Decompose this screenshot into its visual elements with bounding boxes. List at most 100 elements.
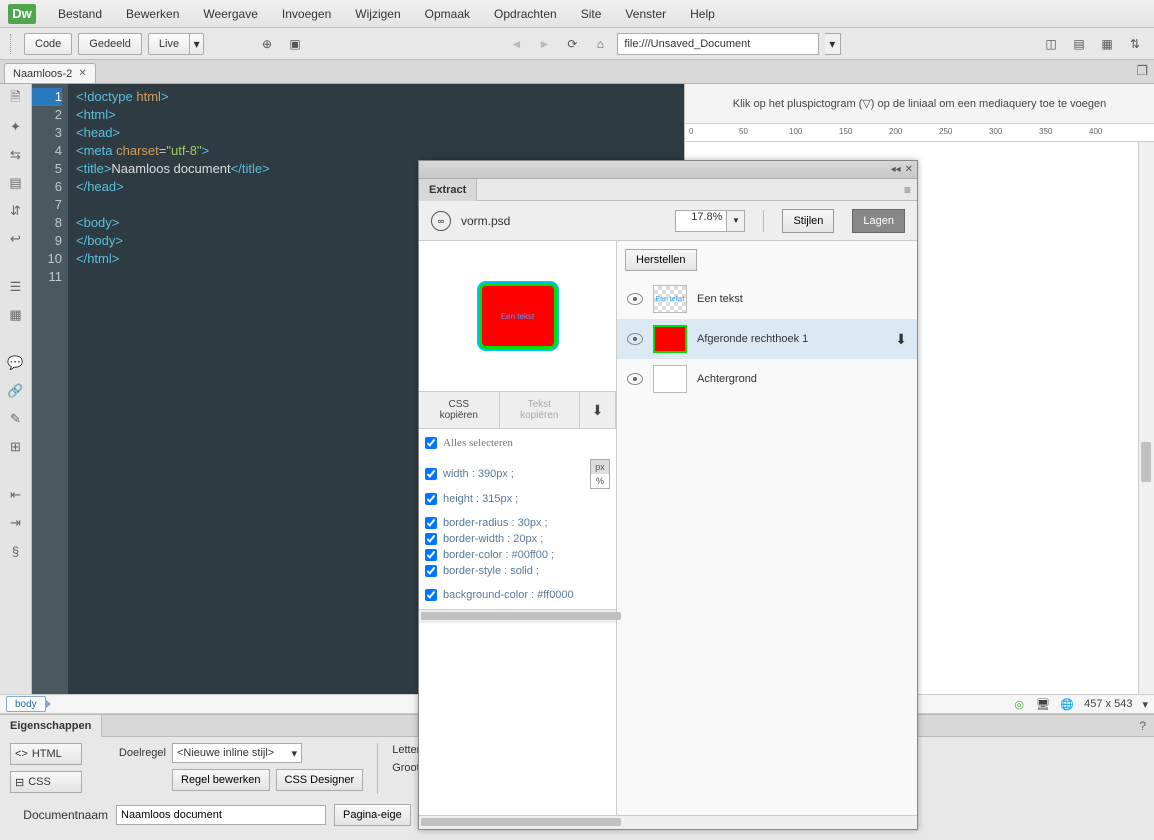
format-icon[interactable]: §	[6, 542, 26, 560]
css-mode-button[interactable]: ⊟CSS	[10, 771, 82, 793]
extract-titlebar[interactable]: ◂◂ ✕	[419, 161, 917, 179]
tag-path-body[interactable]: body	[6, 696, 46, 712]
layer-row[interactable]: Een tekst Een tekst	[617, 279, 917, 319]
css-prop: height : 315px ;	[443, 493, 518, 505]
layer-row[interactable]: Afgeronde rechthoek 1 ⬇	[617, 319, 917, 359]
close-panel-icon[interactable]: ✕	[905, 164, 913, 175]
comment-icon[interactable]: 💬	[6, 354, 26, 372]
layer-row[interactable]: Achtergrond	[617, 359, 917, 399]
device-icon[interactable]: 🖥	[1036, 697, 1050, 711]
menu-opmaak[interactable]: Opmaak	[415, 3, 480, 25]
crosshair-icon[interactable]: ⊕	[256, 33, 278, 55]
file-icon[interactable]: 🗎	[6, 90, 26, 108]
properties-tab[interactable]: Eigenschappen	[0, 715, 102, 737]
panel-toggle-1-icon[interactable]: ◫	[1040, 33, 1062, 55]
visibility-toggle-icon[interactable]	[627, 373, 643, 385]
text-copy-tab[interactable]: Tekstkopiëren	[500, 392, 581, 428]
herstellen-button[interactable]: Herstellen	[625, 249, 697, 271]
link-icon[interactable]: 🔗	[6, 382, 26, 400]
ruler[interactable]: 050100150200250300350400	[685, 124, 1154, 142]
zoom-input[interactable]: 17.8%	[675, 210, 727, 232]
menu-site[interactable]: Site	[571, 3, 612, 25]
settings-icon[interactable]: ⇅	[1124, 33, 1146, 55]
menu-invoegen[interactable]: Invoegen	[272, 3, 341, 25]
panel-toggle-2-icon[interactable]: ▤	[1068, 33, 1090, 55]
wand-icon[interactable]: ✦	[6, 118, 26, 136]
view-split-button[interactable]: Gedeeld	[78, 33, 142, 55]
menu-wijzigen[interactable]: Wijzigen	[345, 3, 410, 25]
css-copy-tab[interactable]: CSSkopiëren	[419, 392, 500, 428]
extract-bottom-scrollbar[interactable]	[419, 815, 917, 829]
select-all-checkbox[interactable]	[425, 437, 437, 449]
restore-window-icon[interactable]: ❐	[1136, 63, 1148, 79]
prop-checkbox[interactable]	[425, 533, 437, 545]
inspect-icon[interactable]: ▣	[284, 33, 306, 55]
psd-preview[interactable]: Een tekst	[419, 241, 616, 391]
view-live-button[interactable]: Live	[148, 33, 190, 55]
menu-help[interactable]: Help	[680, 3, 725, 25]
indent-right-icon[interactable]: ⇥	[6, 514, 26, 532]
prop-checkbox[interactable]	[425, 549, 437, 561]
extract-tab[interactable]: Extract	[419, 179, 477, 201]
outline-icon[interactable]: ▤	[6, 174, 26, 192]
brush-icon[interactable]: ✎	[6, 410, 26, 428]
menu-venster[interactable]: Venster	[615, 3, 676, 25]
visibility-toggle-icon[interactable]	[627, 333, 643, 345]
layer-thumb	[653, 365, 687, 393]
prop-checkbox[interactable]	[425, 589, 437, 601]
grid-icon[interactable]: ▦	[6, 306, 26, 324]
pagina-eigenschappen-button[interactable]: Pagina-eige	[334, 804, 411, 826]
file-tab-label: Naamloos-2	[13, 68, 72, 80]
url-field[interactable]: file:///Unsaved_Document	[617, 33, 818, 55]
collapse-icon[interactable]: ⇆	[6, 146, 26, 164]
html-mode-button[interactable]: <>HTML	[10, 743, 82, 765]
doelregel-select[interactable]: <Nieuwe inline stijl>▾	[172, 743, 302, 763]
menu-bewerken[interactable]: Bewerken	[116, 3, 189, 25]
view-live-dropdown[interactable]: ▾	[190, 33, 204, 55]
css-designer-button[interactable]: CSS Designer	[276, 769, 364, 791]
preview-scrollbar[interactable]	[1138, 142, 1154, 694]
menu-weergave[interactable]: Weergave	[193, 3, 267, 25]
visibility-toggle-icon[interactable]	[627, 293, 643, 305]
panel-menu-icon[interactable]: ≡	[898, 183, 917, 197]
prop-checkbox[interactable]	[425, 468, 437, 480]
file-tab[interactable]: Naamloos-2 ✕	[4, 63, 96, 83]
doelregel-label: Doelregel	[96, 747, 166, 759]
download-layer-icon[interactable]: ⬇	[895, 331, 907, 348]
documentnaam-input[interactable]	[116, 805, 326, 825]
unit-toggle[interactable]: px%	[590, 459, 610, 489]
menu-bestand[interactable]: Bestand	[48, 3, 112, 25]
panel-toggle-3-icon[interactable]: ▦	[1096, 33, 1118, 55]
dimensions-dropdown[interactable]: ▾	[1142, 698, 1148, 711]
url-dropdown[interactable]: ▾	[825, 33, 841, 55]
nav-icon[interactable]: ⇵	[6, 202, 26, 220]
regel-bewerken-button[interactable]: Regel bewerken	[172, 769, 270, 791]
collapse-panel-icon[interactable]: ◂◂	[891, 164, 901, 175]
home-icon[interactable]: ⌂	[589, 33, 611, 55]
stijlen-button[interactable]: Stijlen	[782, 209, 834, 233]
nav-back-icon[interactable]: ◄	[505, 33, 527, 55]
help-icon[interactable]: ?	[1131, 719, 1154, 733]
menu-opdrachten[interactable]: Opdrachten	[484, 3, 567, 25]
lagen-button[interactable]: Lagen	[852, 209, 905, 233]
code-toolbar: 🗎 ✦ ⇆ ▤ ⇵ ↩ ☰ ▦ 💬 🔗 ✎ ⊞ ⇤ ⇥ §	[0, 84, 32, 694]
list-icon[interactable]: ☰	[6, 278, 26, 296]
prop-checkbox[interactable]	[425, 493, 437, 505]
indent-left-icon[interactable]: ⇤	[6, 486, 26, 504]
view-code-button[interactable]: Code	[24, 33, 72, 55]
prop-checkbox[interactable]	[425, 517, 437, 529]
globe-icon[interactable]: 🌐	[1060, 697, 1074, 711]
wrap-icon[interactable]: ↩	[6, 230, 26, 248]
css-scrollbar[interactable]	[419, 609, 616, 623]
tag-icon[interactable]: ⊞	[6, 438, 26, 456]
prop-checkbox[interactable]	[425, 565, 437, 577]
code-content[interactable]: <!doctype html><html><head><meta charset…	[68, 84, 278, 694]
zoom-dropdown[interactable]: ▼	[727, 210, 745, 232]
main-toolbar: Code Gedeeld Live ▾ ⊕ ▣ ◄ ► ⟳ ⌂ file:///…	[0, 28, 1154, 60]
download-asset-button[interactable]: ⬇	[580, 392, 616, 428]
nav-forward-icon[interactable]: ►	[533, 33, 555, 55]
close-tab-icon[interactable]: ✕	[78, 68, 86, 79]
css-prop: width : 390px ;	[443, 468, 514, 480]
extract-panel: ◂◂ ✕ Extract ≡ ∞ vorm.psd 17.8% ▼ Stijle…	[418, 160, 918, 830]
refresh-icon[interactable]: ⟳	[561, 33, 583, 55]
